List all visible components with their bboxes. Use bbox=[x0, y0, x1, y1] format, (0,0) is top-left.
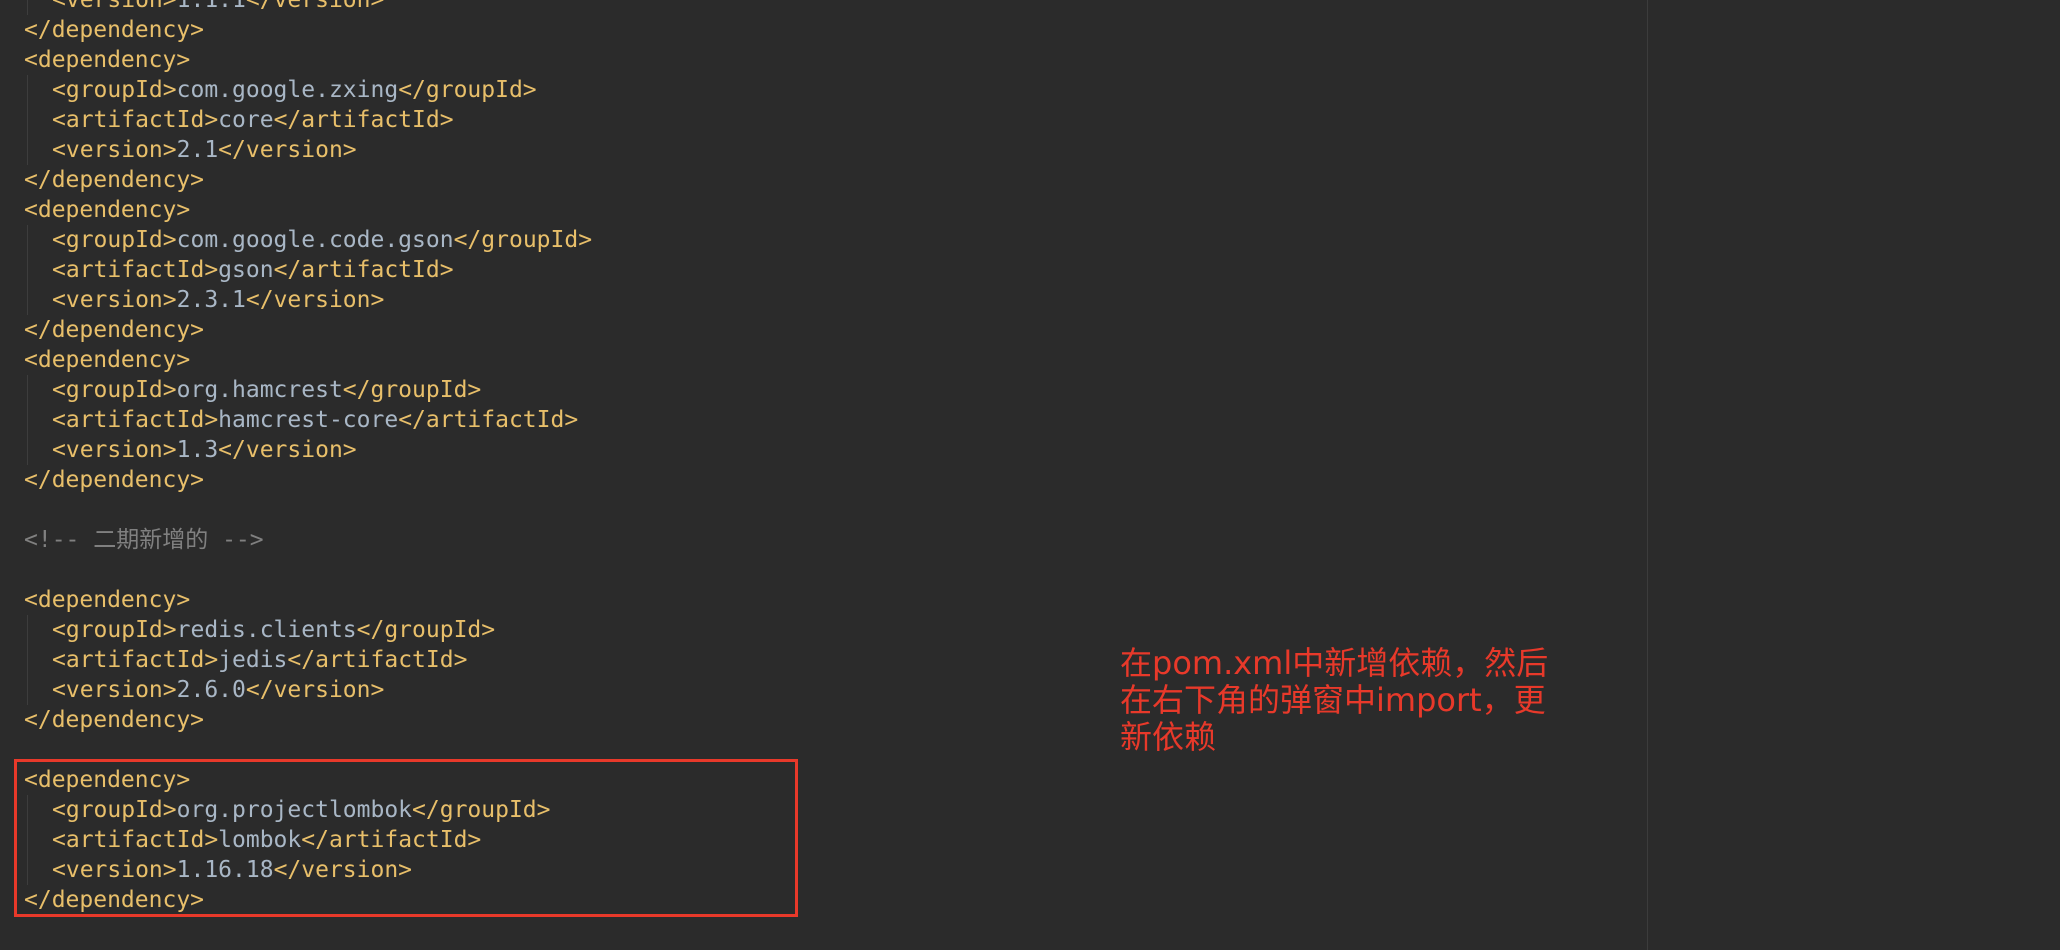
code-line: <artifactId>gson</artifactId> bbox=[0, 255, 454, 285]
indent-guide bbox=[27, 375, 28, 405]
code-line: <version>2.3.1</version> bbox=[0, 285, 384, 315]
xml-open-tag: <version> bbox=[52, 0, 177, 13]
code-line: <artifactId>hamcrest-core</artifactId> bbox=[0, 405, 578, 435]
xml-value: redis.clients bbox=[176, 617, 357, 643]
xml-value: com.google.code.gson bbox=[176, 227, 454, 253]
xml-tag: </dependency> bbox=[24, 707, 205, 733]
xml-comment: <!-- 二期新增的 --> bbox=[24, 527, 264, 553]
xml-close-tag: </groupId> bbox=[398, 77, 537, 103]
xml-close-tag: </version> bbox=[218, 137, 357, 163]
xml-value: hamcrest-core bbox=[218, 407, 399, 433]
code-line: <groupId>redis.clients</groupId> bbox=[0, 615, 495, 645]
xml-tag: <dependency> bbox=[24, 587, 191, 613]
xml-value: 2.1 bbox=[176, 137, 219, 163]
xml-open-tag: <artifactId> bbox=[52, 407, 219, 433]
code-line: <version>2.1</version> bbox=[0, 135, 357, 165]
code-line: </dependency> bbox=[0, 165, 204, 195]
xml-open-tag: <version> bbox=[52, 677, 177, 703]
indent-guide bbox=[27, 435, 28, 465]
code-line: <groupId>com.google.zxing</groupId> bbox=[0, 75, 537, 105]
indent-guide bbox=[27, 285, 28, 315]
indent-guide bbox=[27, 0, 28, 15]
code-line: <dependency> bbox=[0, 345, 190, 375]
indent-guide bbox=[27, 255, 28, 285]
xml-tag: <dependency> bbox=[24, 47, 191, 73]
xml-tag: </dependency> bbox=[24, 17, 205, 43]
code-line: <groupId>org.hamcrest</groupId> bbox=[0, 375, 481, 405]
xml-open-tag: <version> bbox=[52, 287, 177, 313]
xml-value: 1.1.1 bbox=[176, 0, 246, 13]
xml-open-tag: <groupId> bbox=[52, 617, 177, 643]
code-line: <dependency> bbox=[0, 195, 190, 225]
xml-value: 2.6.0 bbox=[176, 677, 246, 703]
xml-tag: <dependency> bbox=[24, 347, 191, 373]
xml-open-tag: <groupId> bbox=[52, 377, 177, 403]
xml-value: org.hamcrest bbox=[176, 377, 343, 403]
code-line: <version>1.3</version> bbox=[0, 435, 357, 465]
xml-close-tag: </groupId> bbox=[453, 227, 593, 253]
code-line: <!-- 二期新增的 --> bbox=[0, 525, 264, 555]
xml-value: com.google.zxing bbox=[176, 77, 399, 103]
indent-guide bbox=[27, 645, 28, 675]
xml-close-tag: </groupId> bbox=[356, 617, 496, 643]
code-line: <groupId>com.google.code.gson</groupId> bbox=[0, 225, 592, 255]
indent-guide bbox=[27, 225, 28, 255]
annotation-line: 在右下角的弹窗中import，更 bbox=[1120, 681, 1546, 719]
xml-open-tag: <artifactId> bbox=[52, 647, 219, 673]
code-line: <artifactId>core</artifactId> bbox=[0, 105, 454, 135]
highlight-box bbox=[14, 759, 798, 917]
xml-close-tag: </artifactId> bbox=[287, 647, 468, 673]
xml-tag: <dependency> bbox=[24, 197, 191, 223]
indent-guide bbox=[27, 405, 28, 435]
code-line: </dependency> bbox=[0, 465, 204, 495]
annotation-note: 在pom.xml中新增依赖，然后 在右下角的弹窗中import，更 新依赖 bbox=[1120, 645, 1590, 756]
code-line: </dependency> bbox=[0, 705, 204, 735]
xml-open-tag: <groupId> bbox=[52, 227, 177, 253]
xml-tag: </dependency> bbox=[24, 317, 205, 343]
annotation-line: 在pom.xml中新增依赖，然后 bbox=[1120, 644, 1549, 682]
xml-tag: </dependency> bbox=[24, 167, 205, 193]
editor-right-area bbox=[1648, 0, 2060, 950]
xml-close-tag: </version> bbox=[245, 0, 385, 13]
xml-value: 2.3.1 bbox=[176, 287, 246, 313]
code-line: </dependency> bbox=[0, 15, 204, 45]
code-line: <dependency> bbox=[0, 45, 190, 75]
xml-open-tag: <version> bbox=[52, 137, 177, 163]
xml-open-tag: <version> bbox=[52, 437, 177, 463]
code-line: </dependency> bbox=[0, 315, 204, 345]
code-line: <dependency> bbox=[0, 585, 190, 615]
code-line: <version>1.1.1</version> bbox=[0, 0, 384, 15]
xml-open-tag: <groupId> bbox=[52, 77, 177, 103]
xml-close-tag: </artifactId> bbox=[398, 407, 579, 433]
xml-close-tag: </artifactId> bbox=[273, 257, 454, 283]
xml-value: gson bbox=[218, 257, 274, 283]
indent-guide bbox=[27, 615, 28, 645]
annotation-line: 新依赖 bbox=[1120, 718, 1217, 756]
xml-tag: </dependency> bbox=[24, 467, 205, 493]
indent-guide bbox=[27, 135, 28, 165]
xml-close-tag: </version> bbox=[218, 437, 357, 463]
indent-guide bbox=[27, 675, 28, 705]
xml-value: core bbox=[218, 107, 274, 133]
xml-close-tag: </version> bbox=[245, 677, 385, 703]
xml-open-tag: <artifactId> bbox=[52, 107, 219, 133]
indent-guide bbox=[27, 75, 28, 105]
code-line: <version>2.6.0</version> bbox=[0, 675, 384, 705]
xml-open-tag: <artifactId> bbox=[52, 257, 219, 283]
xml-close-tag: </groupId> bbox=[342, 377, 482, 403]
xml-value: 1.3 bbox=[176, 437, 219, 463]
xml-close-tag: </version> bbox=[245, 287, 385, 313]
indent-guide bbox=[27, 105, 28, 135]
code-line: <artifactId>jedis</artifactId> bbox=[0, 645, 467, 675]
xml-close-tag: </artifactId> bbox=[273, 107, 454, 133]
xml-value: jedis bbox=[218, 647, 288, 673]
